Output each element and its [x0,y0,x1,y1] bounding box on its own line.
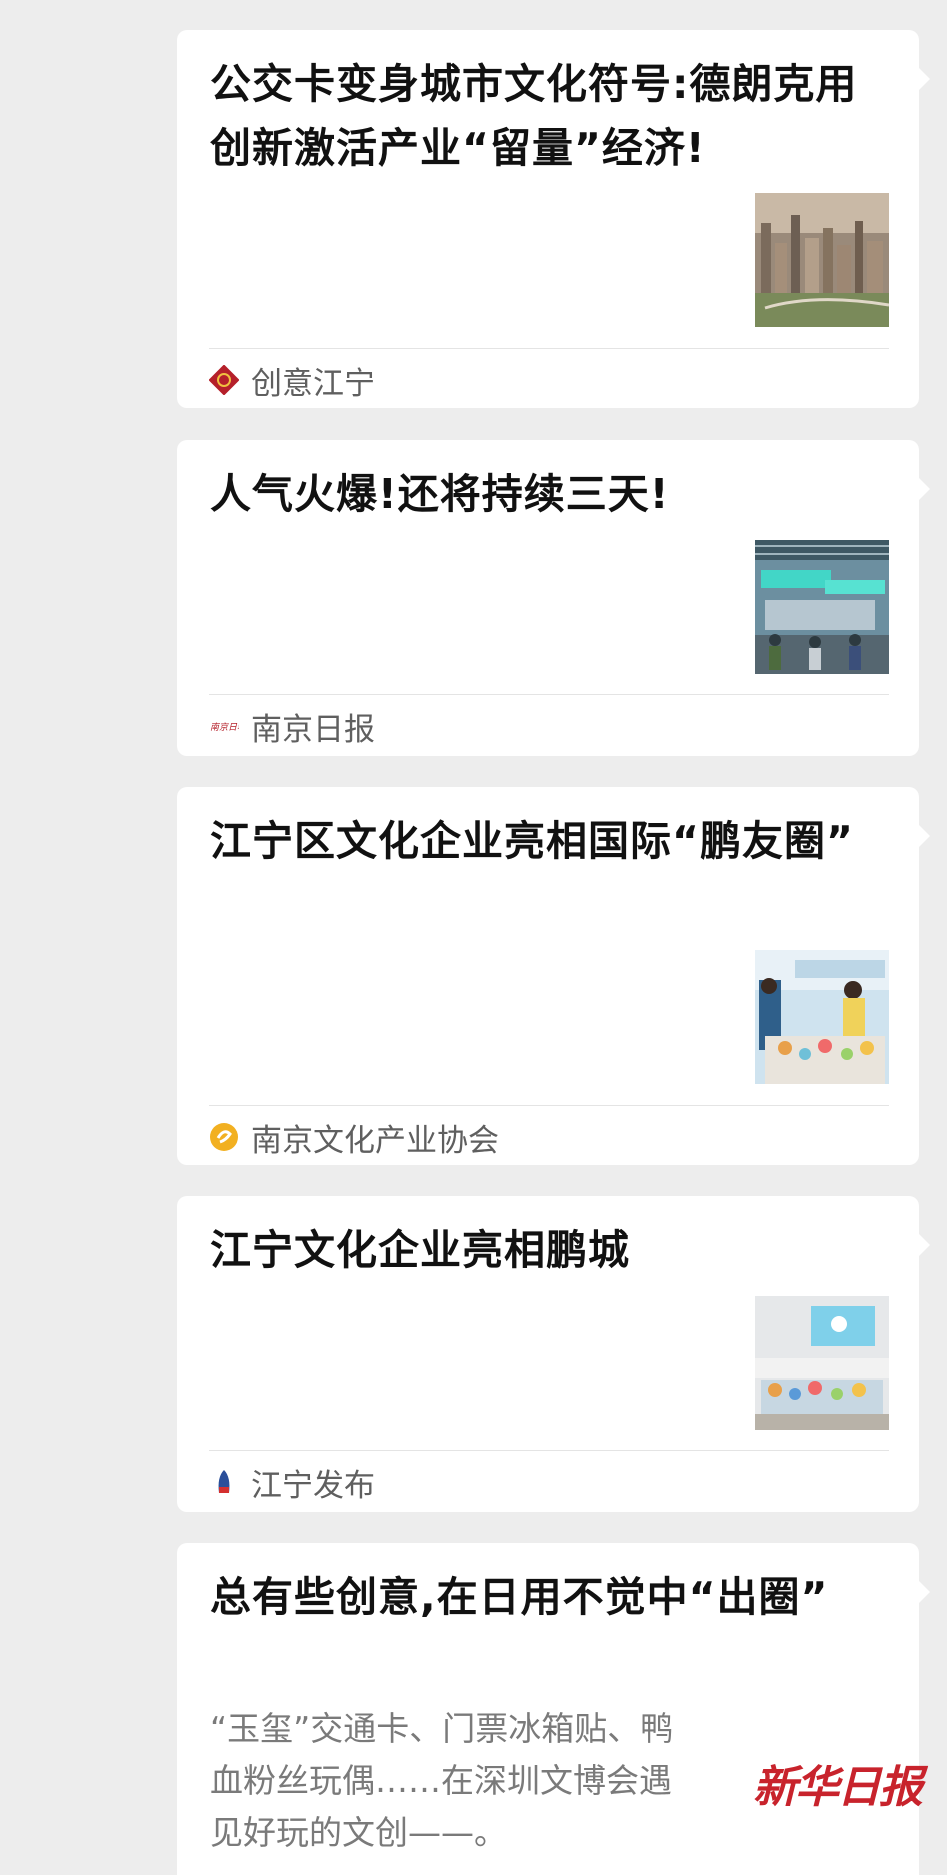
chuangyi-jiangning-logo-icon [209,365,239,395]
article-card-3[interactable]: 江宁区文化企业亮相国际“鹏友圈” 南京文化产业协会 [177,787,930,1165]
article-source[interactable]: 创意江宁 [209,360,375,402]
source-name: 创意江宁 [251,365,375,402]
article-source[interactable]: 南京日報 南京日报 [209,706,375,748]
article-card-5[interactable]: 总有些创意,在日用不觉中“出圈” “玉玺”交通卡、门票冰箱贴、鸭血粉丝玩偶……在… [177,1543,930,1875]
card-divider [209,694,889,695]
nanjing-daily-logo-icon: 南京日報 [209,711,239,741]
article-source[interactable]: 南京文化产业协会 [209,1117,499,1159]
article-title: 江宁文化企业亮相鹏城 [210,1226,630,1274]
card-divider [209,1105,889,1106]
article-source[interactable]: 江宁发布 [209,1462,375,1504]
card-divider [209,348,889,349]
article-title: 人气火爆!还将持续三天! [210,470,670,518]
article-thumbnail [755,193,889,327]
xinhua-daily-logo: 新华日报 [753,1762,923,1813]
article-card-4[interactable]: 江宁文化企业亮相鹏城 江宁发布 [177,1196,930,1512]
jiangning-release-logo-icon [209,1467,239,1497]
svg-text:南京日報: 南京日報 [210,722,239,733]
article-description: “玉玺”交通卡、门票冰箱贴、鸭血粉丝玩偶……在深圳文博会遇见好玩的文创——。 [210,1709,674,1852]
article-thumbnail [755,950,889,1084]
card-divider [209,1450,889,1451]
exhibition-booth-photo [755,950,889,1084]
article-card-2[interactable]: 人气火爆!还将持续三天! 南京日報 南京日报 [177,440,930,756]
article-title: 公交卡变身城市文化符号:德朗克用创新激活产业“留量”经济! [210,60,858,172]
article-thumbnail [755,540,889,674]
exhibition-hall-photo [755,540,889,674]
article-title: 总有些创意,在日用不觉中“出圈” [210,1573,829,1621]
nanjing-culture-association-logo-icon [209,1122,239,1152]
source-name: 江宁发布 [251,1467,375,1504]
product-display-photo [755,1296,889,1430]
city-skyline-photo [755,193,889,327]
article-card-1[interactable]: 公交卡变身城市文化符号:德朗克用创新激活产业“留量”经济! 创意江宁 [177,30,930,408]
source-name: 南京日报 [251,711,375,748]
article-title: 江宁区文化企业亮相国际“鹏友圈” [210,817,854,865]
article-thumbnail [755,1296,889,1430]
source-name: 南京文化产业协会 [251,1122,499,1159]
